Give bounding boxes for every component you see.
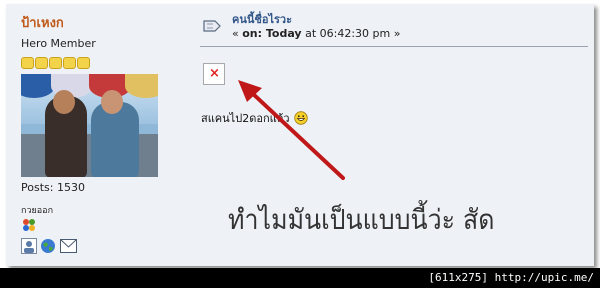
- annotation-text: ทำไมมันเป็นแบบนี้ว่ะ สัด: [228, 203, 495, 236]
- member-group: Hero Member: [21, 37, 96, 50]
- image-host-footer: [611x275] http://upic.me/: [0, 268, 600, 288]
- online-status: กวยออก: [21, 206, 54, 216]
- msn-icon[interactable]: [21, 218, 37, 232]
- post-body-text: สแคนไป2ดอกแล้ว: [201, 112, 290, 125]
- post-subject-link[interactable]: คนนี้ชื่อไรวะ: [232, 10, 292, 28]
- star-icon: [63, 57, 76, 69]
- broken-image-icon: ×: [203, 63, 225, 85]
- star-icon: [35, 57, 48, 69]
- post-body: สแคนไป2ดอกแล้ว: [201, 109, 308, 127]
- grin-smiley-icon: [293, 111, 308, 125]
- star-icon: [77, 57, 90, 69]
- contact-icons: [21, 217, 81, 255]
- profile-icon[interactable]: [21, 238, 37, 254]
- topic-icon: [203, 20, 221, 32]
- website-icon[interactable]: [40, 238, 56, 254]
- avatar: [21, 74, 158, 177]
- poster-name-link[interactable]: ป้าเหงก: [21, 12, 64, 33]
- member-stars: [21, 57, 90, 69]
- image-host-label: [611x275] http://upic.me/: [428, 271, 594, 284]
- star-icon: [49, 57, 62, 69]
- post-divider: [200, 46, 588, 47]
- star-icon: [21, 57, 34, 69]
- post-date: « on: Today at 06:42:30 pm »: [232, 27, 401, 40]
- post-count: Posts: 1530: [21, 181, 85, 194]
- email-icon[interactable]: [60, 239, 77, 253]
